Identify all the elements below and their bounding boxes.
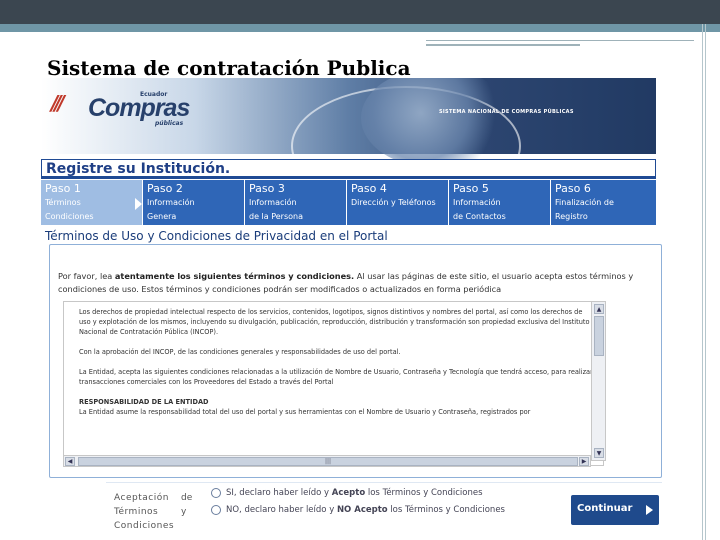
terms-paragraph: Los derechos de propiedad intelectual re…: [79, 308, 590, 336]
vertical-scroll-thumb[interactable]: [594, 316, 604, 356]
step-description: Información Genera: [147, 198, 195, 221]
step-6[interactable]: Paso 6 Finalización de Registro: [551, 180, 656, 225]
arrow-right-icon: [646, 505, 653, 515]
system-name: SISTEMA NACIONAL DE COMPRAS PÚBLICAS: [439, 109, 574, 115]
step-description: Dirección y Teléfonos: [351, 198, 436, 207]
logo-mark-icon: ///: [51, 91, 65, 115]
option-rest: los Términos y Condiciones: [387, 505, 505, 515]
accept-option-label: SI, declaro haber leído y Acepto los Tér…: [226, 488, 483, 498]
terms-scroll-area[interactable]: Los derechos de propiedad intelectual re…: [63, 301, 604, 466]
radio-accept[interactable]: [211, 488, 221, 498]
step-number: Paso 4: [351, 182, 387, 195]
registration-title: Registre su Institución.: [46, 161, 231, 177]
step-number: Paso 5: [453, 182, 489, 195]
option-prefix: NO, declaro haber leído y: [226, 505, 337, 515]
decorative-line: [426, 44, 580, 46]
terms-paragraph: La Entidad, acepta las siguientes condic…: [79, 368, 593, 386]
terms-paragraph: La Entidad asume la responsabilidad tota…: [79, 408, 531, 416]
terms-section-title: RESPONSABILIDAD DE LA ENTIDAD: [79, 398, 209, 406]
scroll-down-icon[interactable]: ▼: [594, 448, 604, 458]
terms-paragraph: Con la aprobación del INCOP, de las cond…: [79, 348, 401, 356]
portal-banner: /// Ecuador Compras públicas SISTEMA NAC…: [41, 78, 656, 206]
step-number: Paso 3: [249, 182, 285, 195]
acceptance-label-suffix: de y: [181, 493, 193, 517]
registration-header: Registre su Institución.: [41, 159, 656, 179]
step-number: Paso 6: [555, 182, 591, 195]
acceptance-panel: Aceptación Términos Condiciones de y SI,…: [106, 482, 662, 540]
step-description: Finalización de Registro: [555, 198, 614, 221]
reject-option[interactable]: NO, declaro haber leído y NO Acepto los …: [211, 505, 505, 515]
terms-text: Los derechos de propiedad intelectual re…: [79, 307, 594, 427]
intro-bold: atentamente los siguientes términos y co…: [114, 271, 355, 281]
portal-screenshot: /// Ecuador Compras públicas SISTEMA NAC…: [41, 78, 668, 540]
continue-label: Continuar: [577, 503, 633, 514]
arrow-right-icon: [135, 198, 142, 210]
option-prefix: SI, declaro haber leído y: [226, 488, 332, 498]
logo-name: Compras: [88, 94, 190, 122]
step-1[interactable]: Paso 1 Términos Condiciones: [41, 180, 142, 225]
compras-publicas-logo[interactable]: /// Ecuador Compras públicas: [51, 84, 201, 128]
terms-intro: Por favor, lea atentamente los siguiente…: [58, 270, 658, 296]
option-bold: Acepto: [331, 488, 366, 498]
slide-top-bar: [0, 0, 720, 24]
reject-option-label: NO, declaro haber leído y NO Acepto los …: [226, 505, 505, 515]
slide-title: Sistema de contratación Publica: [47, 56, 411, 80]
decorative-line: [426, 40, 694, 41]
step-description: Términos Condiciones: [45, 198, 94, 221]
registration-steps: Paso 1 Términos Condiciones Paso 2 Infor…: [41, 180, 656, 225]
horizontal-scrollbar[interactable]: ◀ ||| ▶: [63, 455, 591, 467]
scroll-up-icon[interactable]: ▲: [594, 304, 604, 314]
slide-top-accent: [0, 24, 720, 32]
logo-subtitle: públicas: [155, 120, 184, 127]
step-4[interactable]: Paso 4 Dirección y Teléfonos: [347, 180, 448, 225]
option-bold: NO Acepto: [336, 505, 388, 515]
step-description: Información de la Persona: [249, 198, 303, 221]
horizontal-scroll-thumb[interactable]: |||: [78, 457, 578, 466]
vertical-scrollbar[interactable]: ▲ ▼: [591, 301, 606, 461]
slide-side-lines: [702, 24, 706, 540]
step-2[interactable]: Paso 2 Información Genera: [143, 180, 244, 225]
terms-heading: Términos de Uso y Condiciones de Privaci…: [45, 229, 388, 243]
option-rest: los Términos y Condiciones: [365, 488, 483, 498]
step-3[interactable]: Paso 3 Información de la Persona: [245, 180, 346, 225]
radio-reject[interactable]: [211, 505, 221, 515]
continue-button[interactable]: Continuar: [571, 495, 659, 525]
step-number: Paso 2: [147, 182, 183, 195]
acceptance-label: Aceptación Términos Condiciones: [114, 493, 175, 531]
scroll-right-icon[interactable]: ▶: [579, 457, 589, 466]
intro-prefix: Por favor, lea: [58, 271, 115, 281]
step-number: Paso 1: [45, 182, 81, 195]
terms-panel: Por favor, lea atentamente los siguiente…: [49, 244, 662, 478]
step-5[interactable]: Paso 5 Información de Contactos: [449, 180, 550, 225]
accept-option[interactable]: SI, declaro haber leído y Acepto los Tér…: [211, 488, 483, 498]
step-description: Información de Contactos: [453, 198, 506, 221]
scroll-left-icon[interactable]: ◀: [65, 457, 75, 466]
